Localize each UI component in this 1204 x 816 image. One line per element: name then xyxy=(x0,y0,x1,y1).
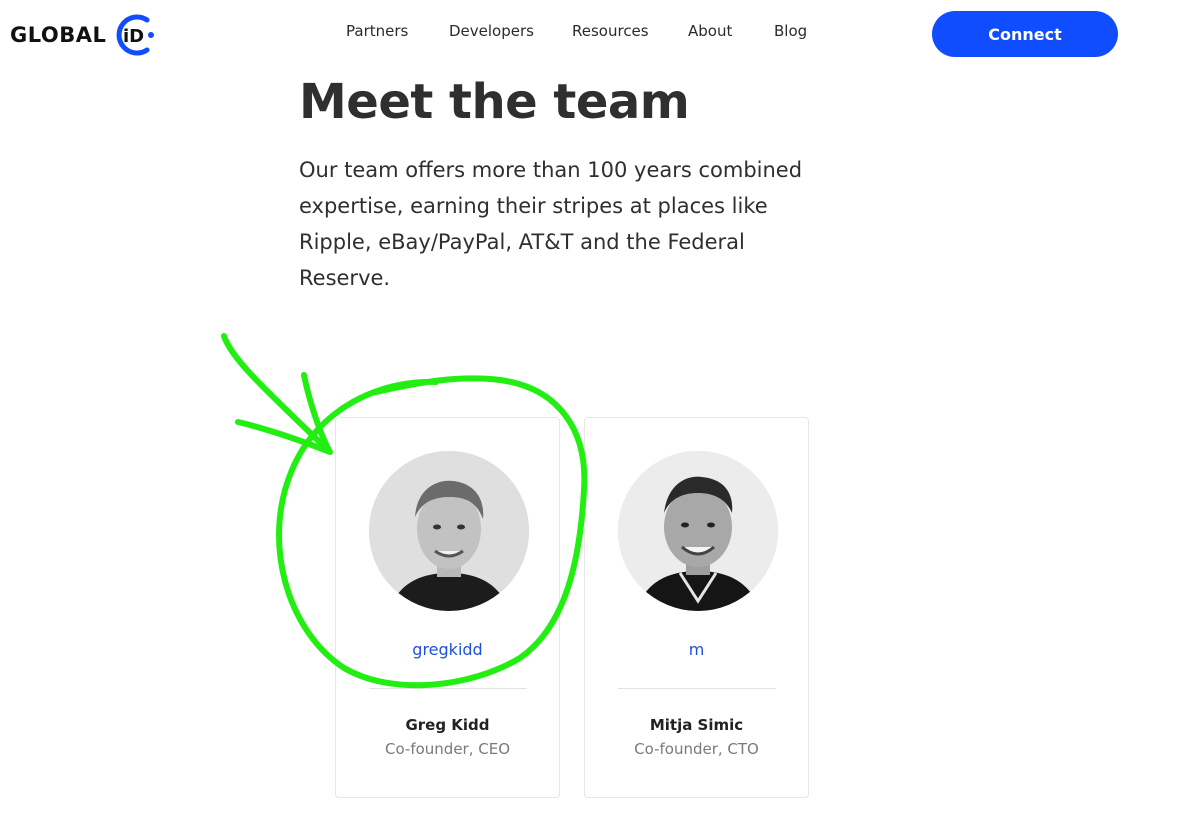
avatar-greg-kidd[interactable] xyxy=(369,451,529,611)
member-name: Mitja Simic xyxy=(649,716,744,734)
profile-handle-link[interactable]: m xyxy=(585,640,808,659)
team-intro-text: Our team offers more than 100 years comb… xyxy=(299,158,803,290)
svg-text:iD: iD xyxy=(123,26,144,47)
team-card-mitja-simic: m Mitja Simic Co-founder, CTO xyxy=(584,417,809,798)
nav-resources[interactable]: Resources xyxy=(572,22,649,40)
card-divider xyxy=(618,688,776,689)
nav-about[interactable]: About xyxy=(688,22,732,40)
annotation-arrow-icon xyxy=(221,333,333,455)
logo[interactable]: GLOBAL iD xyxy=(10,12,155,58)
page-title: Meet the team xyxy=(299,74,690,130)
member-name: Greg Kidd xyxy=(405,716,490,734)
avatar-mitja-simic[interactable] xyxy=(618,451,778,611)
person-portrait-icon xyxy=(618,451,778,611)
card-divider xyxy=(369,688,527,689)
logo-text: GLOBAL xyxy=(10,23,107,47)
logo-id-icon: iD xyxy=(116,14,155,56)
member-role: Co-founder, CEO xyxy=(384,740,511,758)
nav-partners[interactable]: Partners xyxy=(346,22,408,40)
profile-handle-link[interactable]: gregkidd xyxy=(336,640,559,659)
member-role: Co-founder, CTO xyxy=(634,740,759,758)
nav-blog[interactable]: Blog xyxy=(774,22,807,40)
connect-button[interactable]: Connect xyxy=(932,11,1118,57)
person-portrait-icon xyxy=(369,451,529,611)
nav-developers[interactable]: Developers xyxy=(449,22,534,40)
team-card-greg-kidd: gregkidd Greg Kidd Co-founder, CEO xyxy=(335,417,560,798)
